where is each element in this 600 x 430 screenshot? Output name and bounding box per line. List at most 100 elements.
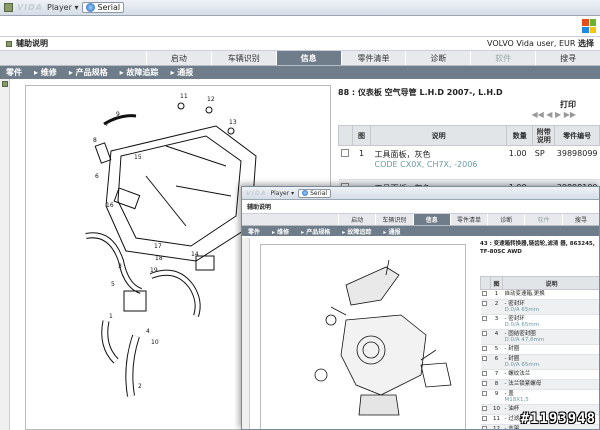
tab-6[interactable]: 搜寻 [535, 51, 600, 65]
subnav-item-4[interactable]: ▸ 通报 [377, 227, 406, 236]
dashboard-detail [145, 145, 232, 227]
subnav-item-1[interactable]: ▸ 维修 [266, 227, 295, 236]
callout-label: 2 [138, 383, 142, 390]
row-figure: 1 [352, 145, 371, 180]
tab-4[interactable]: 诊断 [487, 214, 524, 225]
inner-parts-diagram[interactable] [260, 244, 466, 429]
tab-1[interactable]: 车辆识别 [375, 214, 412, 225]
tab-6[interactable]: 搜寻 [561, 214, 599, 225]
inner-row-figure: 1 [490, 289, 503, 300]
sub-nav: 零件 ▸ 维修 ▸ 产品规格 ▸ 故障追踪 ▸ 通报 [0, 66, 600, 79]
inner-row-figure: 7 [490, 369, 503, 380]
tab-4[interactable]: 诊断 [405, 51, 470, 65]
inner-app-title: 辅助说明 [247, 204, 272, 211]
inner-row-select [480, 344, 491, 355]
left-gutter [0, 79, 10, 430]
inner-row-checkbox[interactable] [481, 381, 487, 386]
col-header-1: 图 [352, 125, 371, 146]
tab-2[interactable]: 信息 [275, 51, 341, 65]
inner-row-checkbox[interactable] [481, 301, 487, 306]
inner-row-code: D.0/A 65mm [504, 362, 540, 368]
inner-row-select [480, 329, 491, 345]
app-icon [4, 3, 13, 12]
row-code: CODE CX0X, CH7X, -2006 [374, 160, 478, 169]
table-row[interactable]: 1 工具面板，灰色 CODE CX0X, CH7X, -2006 1.00 SP 3989… [338, 145, 600, 180]
inner-table-row[interactable]: 7- 螺纹法兰 [480, 369, 599, 380]
inner-row-select [480, 424, 491, 429]
inner-row-checkbox[interactable] [481, 391, 487, 396]
inner-table-row[interactable]: 5- 封圈 [480, 344, 599, 355]
inner-row-checkbox[interactable] [481, 331, 487, 336]
inner-sub-nav: 零件 ▸ 维修 ▸ 产品规格 ▸ 故障追踪 ▸ 通报 [242, 226, 599, 236]
subnav-item-3[interactable]: ▸ 故障追踪 [114, 67, 165, 78]
inner-row-checkbox[interactable] [481, 416, 487, 421]
transmission-body [340, 314, 427, 396]
header-row: 辅助说明 VOLVO Vida user, EUR 选择 [0, 37, 600, 51]
inner-row-desc-cell: 自动变速箱,更换 [502, 289, 599, 300]
subnav-item-2[interactable]: ▸ 产品规格 [63, 67, 114, 78]
tab-1[interactable]: 车辆识别 [210, 51, 276, 65]
inner-row-select [480, 299, 491, 315]
inner-row-figure: 5 [490, 344, 503, 355]
subnav-item-0[interactable]: 零件 [0, 67, 28, 78]
inner-table-row[interactable]: 4- 固结密封圈 D.0/A 47,6mm [480, 329, 599, 345]
inner-header-row: 辅助说明 [242, 200, 599, 214]
inner-table-row[interactable]: 8- 法兰锁紧螺母 [480, 379, 599, 390]
inner-col-header-2: 说明 [502, 276, 599, 290]
player-menu[interactable]: Player ▾ [47, 3, 78, 12]
tab-5[interactable]: 软件 [524, 214, 561, 225]
inner-row-desc-cell: - 螺纹法兰 [502, 369, 599, 380]
inner-row-checkbox[interactable] [481, 291, 487, 296]
subnav-item-2[interactable]: ▸ 产品规格 [295, 227, 336, 236]
callout-label: 6 [95, 173, 99, 180]
part-11-shape [177, 102, 185, 110]
tab-0[interactable]: 启动 [146, 51, 211, 65]
inner-row-checkbox[interactable] [481, 316, 487, 321]
inner-player-menu[interactable]: Player ▾ [271, 190, 295, 197]
filter-shape [420, 362, 452, 388]
subnav-item-1[interactable]: ▸ 维修 [28, 67, 63, 78]
serial-tab[interactable]: Serial [82, 2, 125, 13]
tab-5[interactable]: 软件 [470, 51, 535, 65]
subnav-item-3[interactable]: ▸ 故障追踪 [336, 227, 377, 236]
callout-label: 10 [151, 339, 159, 346]
inner-table-row[interactable]: 9- 盖 M18X1,5 [480, 389, 599, 405]
inner-row-checkbox[interactable] [481, 346, 487, 351]
inner-table-row[interactable]: 3- 密封环 D.0/A 65mm [480, 314, 599, 330]
inner-parts-panel: 43 : 变速箱转换器,链齿轮,滤清 器, 863245, TF-80SC AW… [480, 240, 599, 429]
select-link[interactable]: 选择 [578, 39, 594, 48]
inner-row-desc-cell: - 法兰锁紧螺母 [502, 379, 599, 390]
tab-2[interactable]: 信息 [412, 214, 450, 225]
seal-ring-left [325, 314, 337, 326]
col-header-0 [338, 125, 353, 146]
inner-table-row[interactable]: 2- 密封环 D.0/A 65mm [480, 299, 599, 315]
inner-row-desc-cell: - 密封环 D.0/A 65mm [502, 314, 599, 330]
inner-table-row[interactable]: 1 自动变速箱,更换 [480, 289, 599, 300]
callout-label: 5 [111, 281, 115, 288]
inner-row-checkbox[interactable] [481, 426, 487, 429]
pager-controls[interactable]: ◀◀ ◀ ▶ ▶▶ [338, 110, 600, 122]
inner-row-figure: 3 [490, 314, 503, 330]
inner-row-checkbox[interactable] [481, 371, 487, 376]
oil-pan [358, 394, 400, 416]
tab-3[interactable]: 零件清单 [449, 214, 487, 225]
inner-row-checkbox[interactable] [481, 406, 487, 411]
subnav-item-4[interactable]: ▸ 通报 [164, 67, 199, 78]
print-button[interactable]: 打印 [338, 99, 600, 110]
tab-0[interactable]: 启动 [338, 214, 375, 225]
inner-table-row[interactable]: 6- 封圈 D.0/A 65mm [480, 354, 599, 370]
inner-row-figure: 6 [490, 354, 503, 370]
breadcrumb: 88 : 仪表板 空气导管 L.H.D 2007-, L.H.D [338, 87, 503, 97]
callout-label: 8 [93, 137, 97, 144]
inner-row-checkbox[interactable] [481, 356, 487, 361]
part-12-shape [205, 106, 213, 114]
collapse-icon[interactable] [2, 81, 8, 87]
inner-row-desc-cell: - 封圈 D.0/A 65mm [502, 354, 599, 370]
vida-logo: VIDA [17, 3, 43, 12]
inner-serial-tab[interactable]: Serial [298, 188, 332, 198]
subnav-item-0[interactable]: 零件 [242, 227, 266, 236]
tab-3[interactable]: 零件清单 [340, 51, 406, 65]
callout-label: 16 [106, 202, 114, 209]
row-checkbox[interactable] [340, 149, 349, 157]
callout-label: 7 [105, 121, 109, 128]
